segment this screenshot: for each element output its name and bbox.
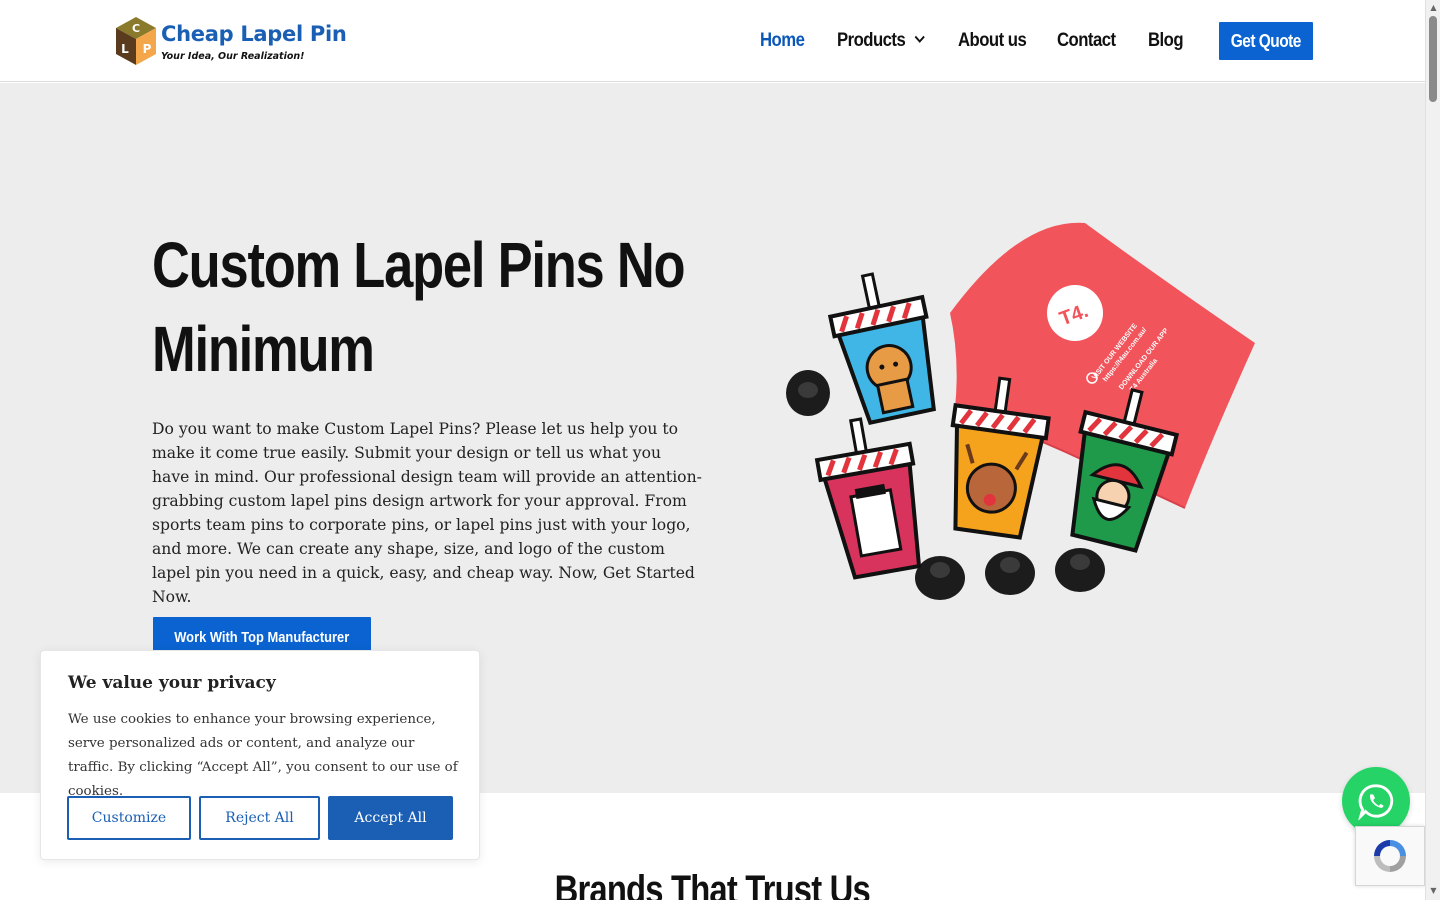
hero-description: Do you want to make Custom Lapel Pins? P…	[152, 420, 702, 606]
whatsapp-icon	[1358, 784, 1394, 820]
main-nav: Home Products About us Contact Blog Get …	[0, 22, 1425, 60]
scroll-down-arrow-icon[interactable]: ▼	[1429, 886, 1438, 896]
nav-about[interactable]: About us	[958, 30, 1027, 52]
recaptcha-icon	[1374, 840, 1406, 872]
brands-heading-text: Brands That Trust Us	[554, 868, 871, 900]
chevron-down-icon	[914, 35, 925, 43]
nav-contact[interactable]: Contact	[1057, 30, 1116, 52]
site-header: C L P Cheap Lapel Pin Your Idea, Our Rea…	[0, 0, 1425, 82]
cookie-text: We use cookies to enhance your browsing …	[68, 712, 458, 799]
accept-all-button[interactable]: Accept All	[328, 796, 453, 840]
nav-products[interactable]: Products	[837, 30, 925, 52]
scrollbar-thumb[interactable]	[1429, 16, 1437, 102]
hero-button-label: Work With Top Manufacturer	[174, 628, 350, 646]
whatsapp-chat-button[interactable]	[1342, 767, 1410, 835]
get-quote-button[interactable]: Get Quote	[1219, 22, 1313, 60]
nav-blog[interactable]: Blog	[1148, 30, 1184, 52]
blue-cup-pin	[827, 272, 936, 426]
nav-products-label: Products	[837, 30, 906, 51]
hero-title: Custom Lapel Pins No Minimum	[152, 229, 686, 385]
cookie-title: We value your privacy	[68, 673, 276, 693]
reject-all-button[interactable]: Reject All	[199, 796, 320, 840]
recaptcha-badge[interactable]	[1355, 826, 1425, 886]
page-scrollbar[interactable]: ▲ ▼	[1425, 0, 1440, 900]
cookie-consent-dialog: We value your privacy We use cookies to …	[40, 650, 480, 860]
red-cup-pin	[814, 417, 922, 580]
get-quote-label: Get Quote	[1230, 30, 1302, 51]
brands-heading: Brands That Trust Us	[0, 868, 1425, 900]
lapel-pins-product-image: T4. VISIT OUR WEBSITE https://t4au.com.a…	[786, 222, 1255, 600]
scroll-up-arrow-icon[interactable]: ▲	[1429, 3, 1438, 13]
customize-button[interactable]: Customize	[67, 796, 191, 840]
nav-home[interactable]: Home	[760, 30, 805, 52]
